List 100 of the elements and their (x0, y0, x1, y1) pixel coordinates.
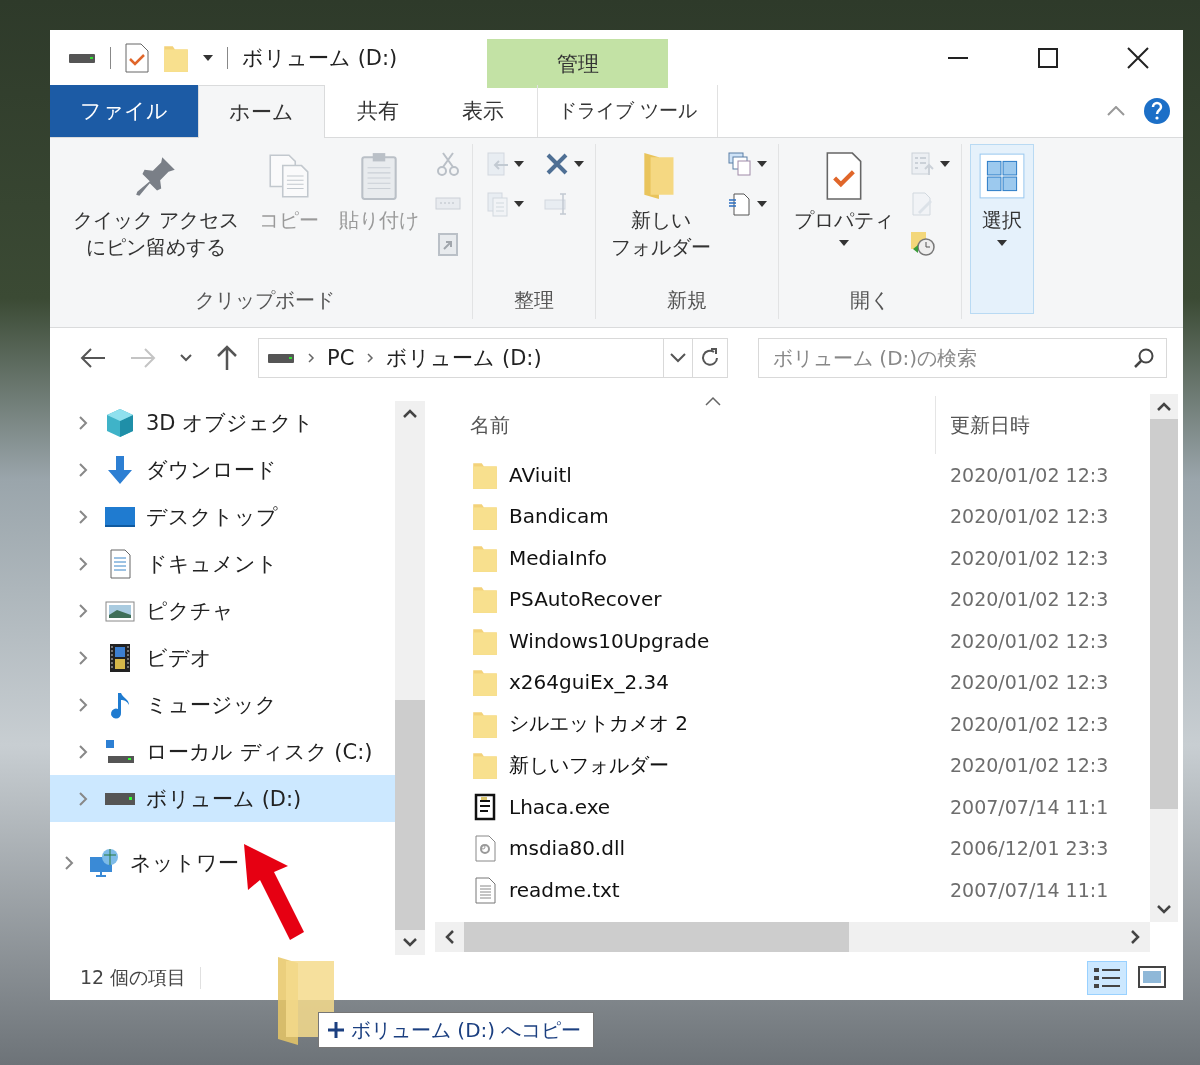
sort-caret-icon (705, 396, 721, 406)
application-icon (472, 791, 498, 822)
scroll-thumb[interactable] (464, 922, 849, 952)
ribbon-button[interactable]: クイック アクセス にピン留めする (66, 144, 247, 268)
modified-date: 2007/07/14 11:1 (949, 795, 1109, 818)
scroll-thumb[interactable] (1150, 419, 1178, 809)
grid-icon (977, 151, 1028, 201)
file-name[interactable]: Lhaca.exe (509, 794, 611, 819)
file-name[interactable]: MediaInfo (509, 545, 607, 570)
nav-item[interactable]: ビデオ (50, 634, 395, 681)
nav-item[interactable]: ローカル ディスク (C:) (50, 728, 395, 775)
caret-icon (940, 161, 951, 167)
ribbon-tab[interactable]: ファイル (50, 85, 198, 137)
search-icon (1133, 347, 1155, 369)
ribbon-button[interactable]: 選択 (970, 144, 1035, 314)
file-name[interactable]: 新しいフォルダー (509, 751, 669, 779)
ribbon-tab[interactable]: 共有 (325, 85, 430, 137)
forward-arrow-icon (130, 347, 156, 369)
modified-date: 2007/07/14 11:1 (949, 878, 1109, 901)
file-scrollbar[interactable] (1150, 394, 1178, 922)
file-name[interactable]: Windows10Upgrade (509, 628, 710, 653)
caret-icon (574, 161, 585, 167)
close-icon (1127, 46, 1149, 69)
refresh-icon (699, 347, 721, 369)
nav-item[interactable]: デスクトップ (50, 493, 395, 540)
new-item-icon (727, 151, 754, 177)
nav-item[interactable]: ピクチャ (50, 587, 395, 634)
nav-item[interactable]: ドキュメント (50, 540, 395, 587)
chevron-right-icon[interactable] (78, 508, 88, 525)
plus-icon (327, 1021, 345, 1039)
file-name[interactable]: x264guiEx_2.34 (509, 670, 669, 695)
nav-item[interactable]: ボリューム (D:) (50, 775, 395, 822)
documents-icon (484, 191, 511, 217)
move-icon (484, 151, 511, 177)
file-name[interactable]: readme.txt (509, 877, 620, 902)
up-arrow-icon (216, 345, 238, 371)
modified-date: 2006/12/01 23:3 (949, 837, 1109, 860)
breadcrumb[interactable]: PC (327, 346, 355, 370)
chevron-right-icon (1131, 930, 1140, 944)
horizontal-scrollbar[interactable] (435, 922, 1150, 952)
ribbon-group-label: クリップボード (194, 286, 337, 314)
file-name[interactable]: AViuitl (509, 462, 572, 487)
chevron-right-icon[interactable] (78, 649, 88, 666)
window-title: ボリューム (D:) (242, 44, 398, 72)
breadcrumb[interactable]: ボリューム (D:) (386, 344, 542, 372)
nav-scrollbar[interactable] (395, 401, 425, 955)
tooltip-text: ボリューム (D:) へコピー (351, 1016, 582, 1044)
chevron-right-icon[interactable] (78, 696, 88, 713)
file-name[interactable]: シルエットカメオ 2 (509, 710, 689, 738)
search-field[interactable]: ボリューム (D:)の検索 (758, 338, 1167, 378)
item-count: 12 個の項目 (80, 964, 187, 990)
ribbon-tab[interactable]: 表示 (430, 85, 535, 137)
ribbon-group-label: 整理 (513, 286, 556, 314)
caret-icon (514, 201, 525, 207)
chevron-right-icon[interactable] (64, 854, 74, 871)
view-button[interactable] (1087, 960, 1127, 995)
chevron-right-icon[interactable] (78, 414, 88, 431)
folder-icon (472, 501, 498, 532)
caret-icon (757, 161, 768, 167)
chevron-right-icon[interactable] (78, 790, 88, 807)
column-header[interactable]: 名前 (435, 396, 935, 454)
ribbon-button[interactable]: 新しい フォルダー (604, 144, 719, 268)
file-name[interactable]: PSAutoRecover (509, 587, 662, 612)
chevron-right-icon[interactable] (78, 743, 88, 760)
ribbon-button[interactable]: プロパティ (787, 144, 902, 253)
file-name[interactable]: Bandicam (509, 504, 609, 529)
chevron-down-icon (180, 354, 192, 362)
nav-item[interactable]: ミュージック (50, 681, 395, 728)
caret-icon (757, 201, 768, 207)
cube-icon (104, 406, 136, 439)
modified-date: 2020/01/02 12:3 (949, 671, 1109, 694)
network-icon (88, 846, 120, 879)
modified-date: 2020/01/02 12:3 (949, 629, 1109, 652)
modified-date: 2020/01/02 12:3 (949, 712, 1109, 735)
nav-item[interactable]: ダウンロード (50, 446, 395, 493)
folder-icon (472, 584, 498, 615)
properties-icon[interactable] (125, 42, 149, 73)
nav-item[interactable]: 3D オブジェクト (50, 399, 395, 446)
caret-icon (839, 240, 850, 246)
chevron-right-icon[interactable] (78, 555, 88, 572)
modified-date: 2020/01/02 12:3 (949, 505, 1109, 528)
maximize-icon (1038, 47, 1058, 68)
ribbon-tab[interactable]: ホーム (198, 85, 325, 138)
ribbon-group-label: 開く (849, 286, 892, 314)
large-icons-view-icon (1138, 964, 1166, 989)
back-arrow-icon (80, 347, 106, 369)
address-bar[interactable]: PC ボリューム (D:) (258, 338, 728, 378)
chevron-right-icon (366, 352, 375, 364)
chevron-right-icon[interactable] (78, 461, 88, 478)
file-name[interactable]: msdia80.dll (509, 836, 626, 861)
chevron-right-icon[interactable] (78, 602, 88, 619)
ribbon-tab[interactable]: ドライブ ツール (537, 85, 718, 137)
drive-icon (68, 51, 96, 64)
chevron-right-icon (307, 352, 315, 364)
folder-icon (472, 750, 498, 781)
scroll-thumb[interactable] (395, 700, 425, 930)
text-file-icon (472, 874, 498, 905)
modified-date: 2020/01/02 12:3 (949, 463, 1109, 486)
help-icon[interactable] (1143, 97, 1171, 125)
collapse-ribbon-icon[interactable] (1107, 106, 1125, 116)
